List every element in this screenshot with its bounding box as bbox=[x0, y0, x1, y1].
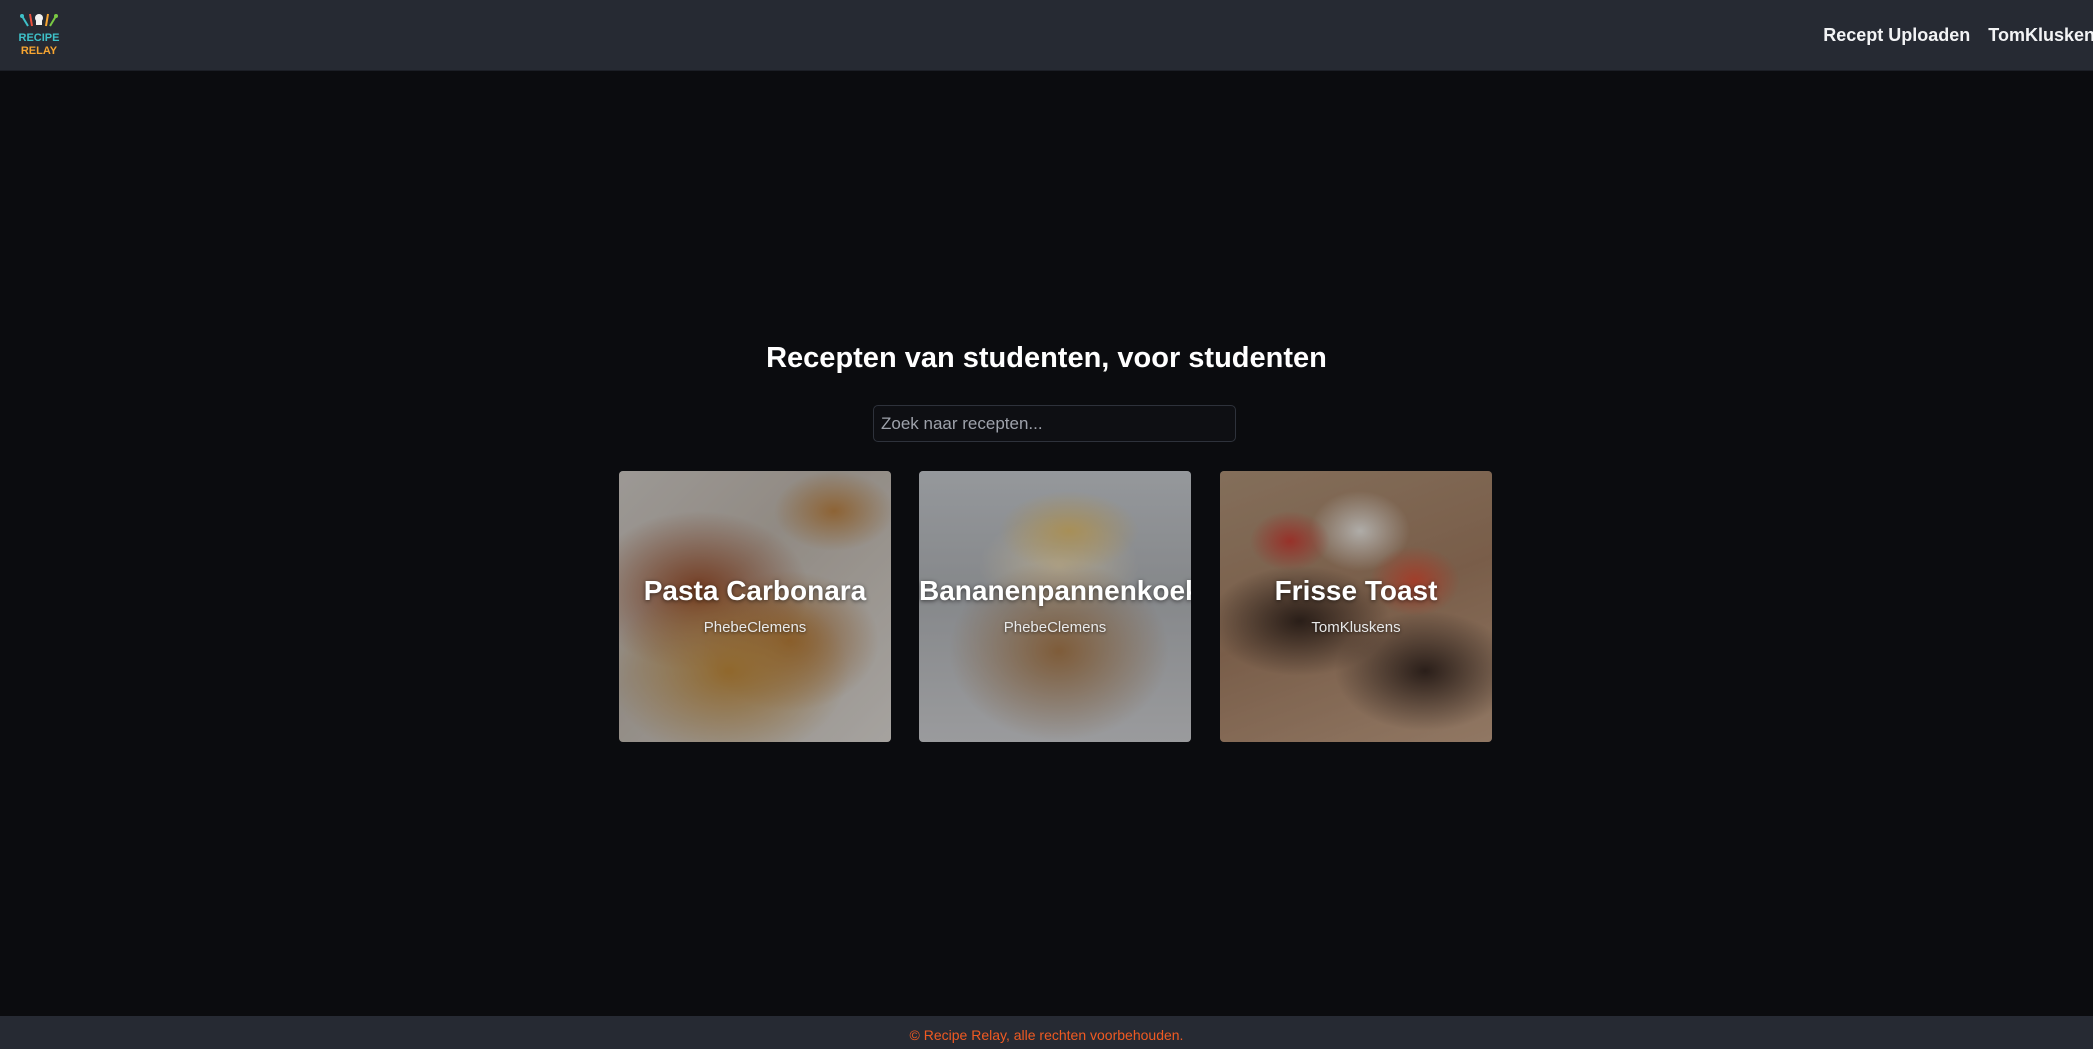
upload-recipe-link[interactable]: Recept Uploaden bbox=[1823, 25, 1970, 46]
search-input[interactable] bbox=[873, 405, 1236, 442]
recipe-title: Frisse Toast bbox=[1274, 575, 1438, 606]
svg-text:RECIPE: RECIPE bbox=[19, 32, 60, 44]
footer: © Recipe Relay, alle rechten voorbehoude… bbox=[0, 1016, 2093, 1049]
recipe-card[interactable]: Pasta Carbonara PhebeClemens bbox=[619, 471, 891, 742]
recipe-author: PhebeClemens bbox=[703, 619, 807, 636]
recipe-relay-logo[interactable]: RECIPE RELAY bbox=[14, 10, 64, 60]
recipe-author: TomKluskens bbox=[1311, 619, 1401, 636]
recipe-title: Pasta Carbonara bbox=[643, 575, 867, 606]
user-profile-link[interactable]: TomKluskens bbox=[1988, 25, 2093, 46]
recipe-author: PhebeClemens bbox=[1003, 619, 1107, 636]
svg-text:RELAY: RELAY bbox=[21, 45, 58, 57]
top-navbar: RECIPE RELAY Recept Uploaden TomKluskens bbox=[0, 0, 2093, 71]
copyright-text: © Recipe Relay, alle rechten voorbehoude… bbox=[909, 1027, 1184, 1043]
nav-links: Recept Uploaden TomKluskens bbox=[1823, 0, 2093, 71]
logo-icon: RECIPE RELAY bbox=[19, 13, 60, 57]
recipe-card[interactable]: Bananenpannenkoek PhebeClemens bbox=[919, 471, 1191, 742]
page-title: Recepten van studenten, voor studenten bbox=[766, 342, 1327, 374]
recipe-card[interactable]: Frisse Toast TomKluskens bbox=[1220, 471, 1492, 742]
recipe-title: Bananenpannenkoek bbox=[919, 575, 1191, 606]
